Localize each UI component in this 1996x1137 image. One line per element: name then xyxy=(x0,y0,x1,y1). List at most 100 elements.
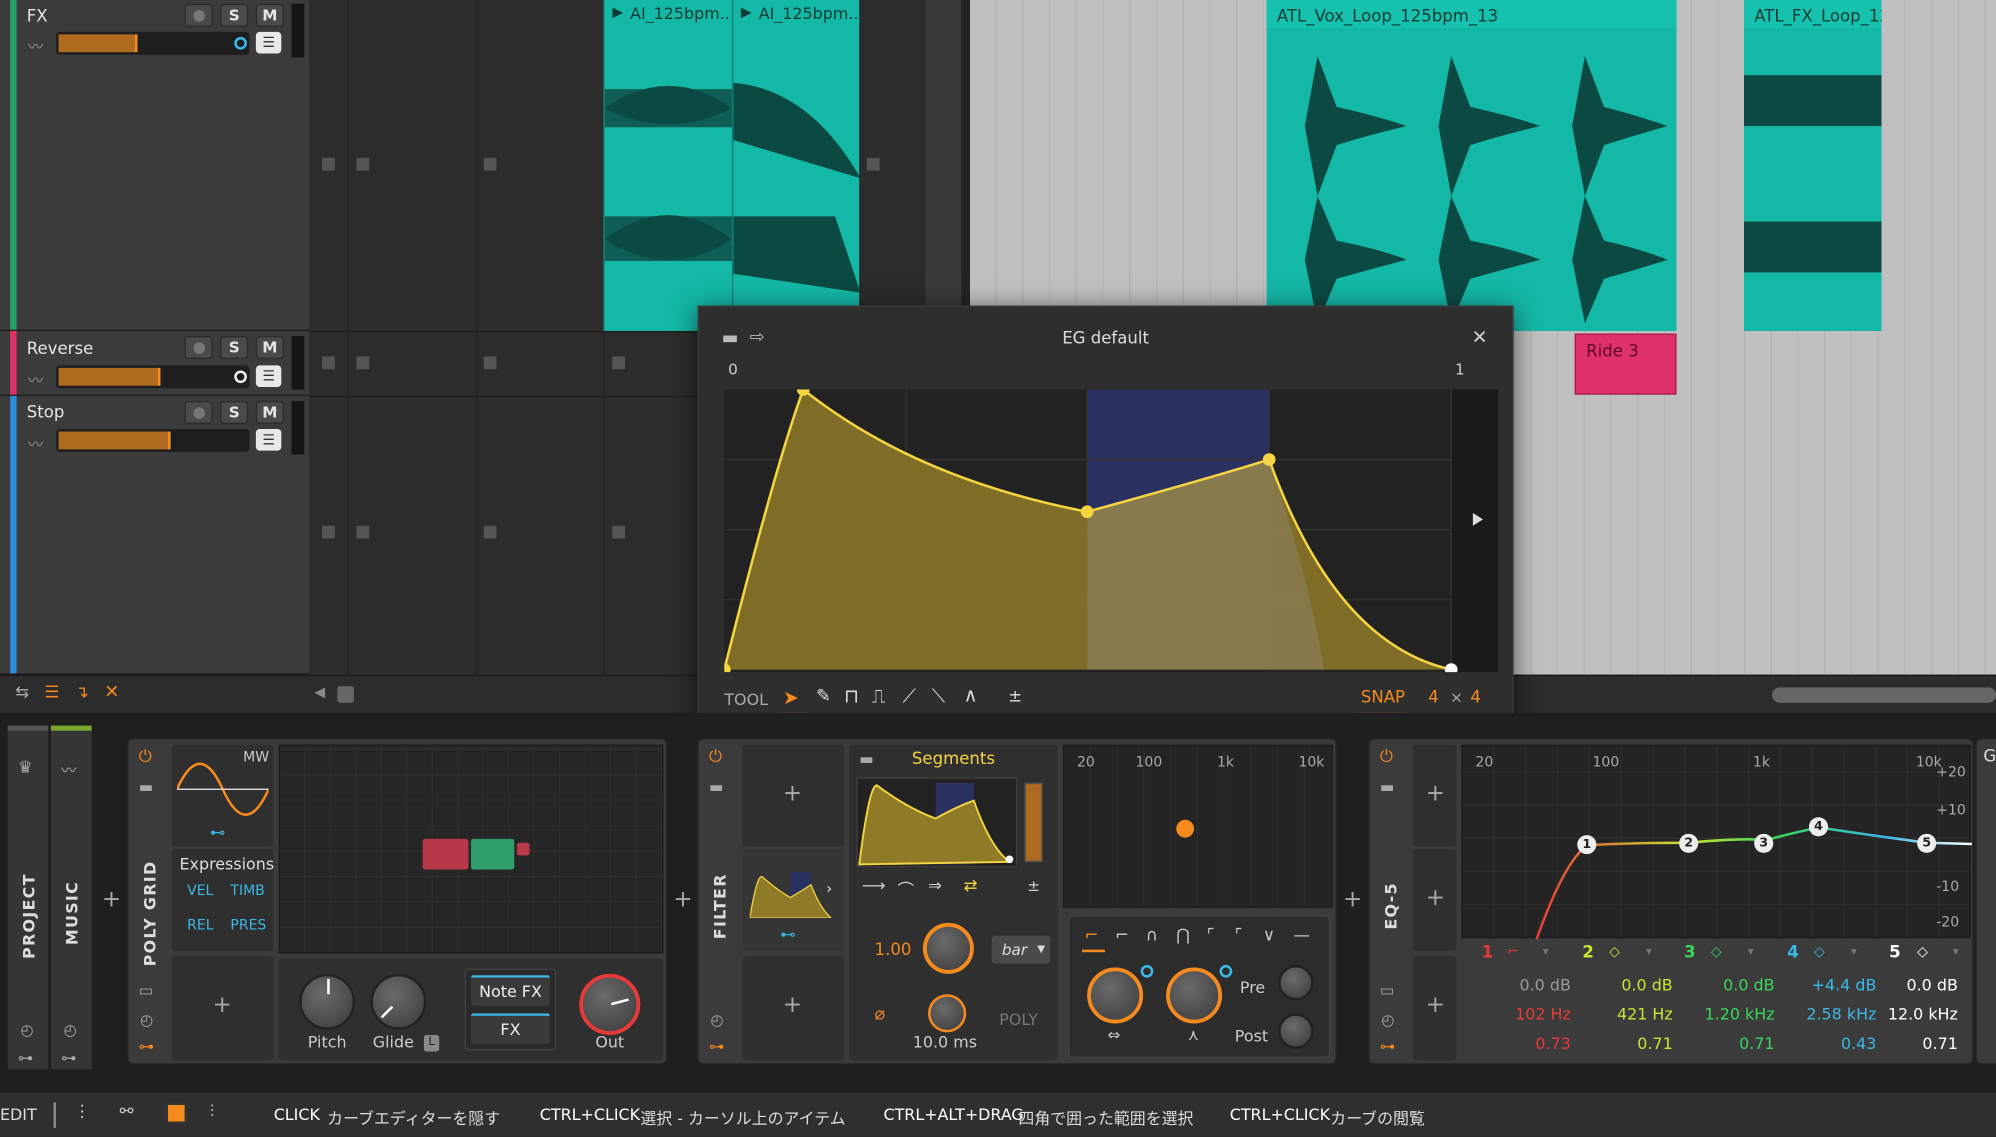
add-device-icon[interactable]: + xyxy=(673,888,692,912)
mute-button[interactable]: M xyxy=(255,3,284,27)
close-icon[interactable]: ✕ xyxy=(1472,326,1488,349)
horizontal-scrollbar[interactable] xyxy=(1772,687,1996,703)
music-sidebar[interactable]: 〰 MUSIC ◴ ⊶ xyxy=(50,725,92,1070)
mute-button[interactable]: M xyxy=(255,336,284,359)
grid-module[interactable] xyxy=(516,842,530,856)
band-4-select[interactable]: 4 xyxy=(1787,943,1799,962)
track-header-stop[interactable]: Stop S M 〰 ☰ xyxy=(0,395,310,675)
folder-icon[interactable]: ▬ xyxy=(709,778,723,796)
rate-knob[interactable] xyxy=(922,922,974,974)
pitch-knob[interactable] xyxy=(299,973,356,1030)
empty-slot[interactable]: + xyxy=(1413,956,1457,1061)
power-icon[interactable]: ⏻ xyxy=(709,747,722,766)
track-menu-icon[interactable]: ☰ xyxy=(255,365,282,387)
bipolar-toggle[interactable]: ± xyxy=(1027,877,1040,895)
volume-fader[interactable] xyxy=(56,31,250,55)
highpass-2-icon[interactable]: ⌜ xyxy=(1235,927,1243,946)
record-arm-button[interactable] xyxy=(184,400,213,424)
track-header-reverse[interactable]: Reverse S M 〰 ☰ xyxy=(0,330,310,396)
chevron-down-icon[interactable]: ▾ xyxy=(1851,946,1857,959)
track-header-fx[interactable]: FX S M 〰 ☰ xyxy=(0,0,310,331)
unit-select[interactable]: bar ▼ xyxy=(991,935,1051,964)
pan-indicator[interactable] xyxy=(234,36,247,50)
stereo-icon[interactable]: ⇔ xyxy=(1108,1026,1121,1044)
clock-icon[interactable]: ◴ xyxy=(710,1011,723,1029)
clock-icon[interactable]: ◴ xyxy=(64,1021,77,1039)
band-5-q[interactable]: 0.71 xyxy=(1861,1034,1957,1053)
poly-toggle[interactable]: POLY xyxy=(999,1009,1038,1028)
bell-icon[interactable]: ◇ xyxy=(1711,943,1722,960)
volume-fader[interactable] xyxy=(56,429,250,452)
next-device-partial[interactable]: G xyxy=(1975,738,1996,1065)
music-label[interactable]: MUSIC xyxy=(62,881,81,945)
grid-canvas[interactable] xyxy=(278,744,664,954)
empty-slot[interactable]: + xyxy=(742,744,844,847)
empty-slot[interactable] xyxy=(356,356,370,370)
record-arm-button[interactable] xyxy=(184,3,213,27)
segments-level[interactable] xyxy=(1024,782,1043,862)
launcher-clip[interactable]: ▶ AI_125bpm... xyxy=(731,0,861,331)
eq-band-handle-1[interactable]: 1 xyxy=(1577,835,1597,855)
flat-icon[interactable]: — xyxy=(1293,927,1310,946)
filter-cutoff-handle[interactable] xyxy=(1176,819,1195,838)
empty-slot[interactable] xyxy=(866,157,880,171)
launcher-clip[interactable]: ▶ AI_125bpm... xyxy=(603,0,732,331)
post-knob[interactable] xyxy=(1278,1013,1314,1049)
clock-icon[interactable]: ◴ xyxy=(20,1021,33,1039)
layout-icon[interactable]: ⋮ xyxy=(74,1102,91,1121)
add-device-icon[interactable]: + xyxy=(1343,888,1362,912)
loop-icon[interactable]: ⇄ xyxy=(964,877,978,896)
ramp-down-icon[interactable]: ⟍ xyxy=(932,685,945,708)
route-icon[interactable]: ⊶ xyxy=(1380,1037,1395,1055)
project-label[interactable]: PROJECT xyxy=(19,873,38,959)
add-device-icon[interactable]: + xyxy=(102,888,121,912)
square-shape-icon[interactable]: ⊓ xyxy=(844,685,859,708)
band-3-select[interactable]: 3 xyxy=(1684,943,1696,962)
arranger-clip[interactable]: ATL_Vox_Loop_125bpm_13 xyxy=(1266,0,1677,331)
arranger-clip[interactable]: Ride 3 xyxy=(1574,333,1677,395)
eq-band-handle-5[interactable]: 5 xyxy=(1917,833,1937,853)
panel-toggle-icon[interactable] xyxy=(165,1102,188,1125)
segments-mini-preview[interactable]: › ⊷ xyxy=(742,849,844,951)
track-name[interactable]: FX xyxy=(27,8,48,27)
phase-icon[interactable]: ⌀ xyxy=(875,1004,886,1024)
empty-slot[interactable] xyxy=(356,157,370,171)
empty-slot[interactable] xyxy=(483,525,497,539)
band-5-gain[interactable]: 0.0 dB xyxy=(1861,975,1957,994)
pointer-tool-icon[interactable]: ➤ xyxy=(783,686,799,709)
clock-icon[interactable]: ◴ xyxy=(1381,1011,1394,1029)
band-1-q[interactable]: 0.73 xyxy=(1474,1034,1570,1053)
glide-knob[interactable] xyxy=(370,973,427,1030)
route-icon[interactable]: ⊶ xyxy=(709,1037,724,1055)
chevron-down-icon[interactable]: ▾ xyxy=(1748,946,1754,959)
eq-band-handle-2[interactable]: 2 xyxy=(1679,833,1699,853)
folder-icon[interactable]: ▬ xyxy=(139,778,153,796)
solo-button[interactable]: S xyxy=(220,3,249,27)
eq5-device[interactable]: ⏻ ▬ EQ-5 ▭ ◴ ⊶ + + + 20 100 1k 10k +20 +… xyxy=(1368,738,1974,1065)
empty-slot[interactable] xyxy=(356,525,370,539)
notch-icon[interactable]: ∨ xyxy=(1263,927,1275,946)
eg-curve-editor-popup[interactable]: ▬ ⇨ EG default ✕ 0 1 TOOL ➤ ✎ ⊓ ⎍ ⟋ ⟍ ∧ … xyxy=(697,305,1514,731)
grid-module[interactable] xyxy=(471,838,515,870)
rate-value[interactable]: 1.00 xyxy=(875,941,912,960)
track-menu-icon[interactable]: ☰ xyxy=(255,31,282,54)
lowpass-2-icon[interactable]: ⌐ xyxy=(1115,927,1129,946)
filter-device[interactable]: ⏻ ▬ FILTER ◴ ⊶ + › ⊷ + ▬ Segments ⟶ ⌒ ⇒ … xyxy=(697,738,1337,1065)
window-icon[interactable]: ▭ xyxy=(1380,981,1394,999)
mixer-icon[interactable]: ⫶ xyxy=(210,1102,214,1121)
time-knob[interactable] xyxy=(928,994,967,1033)
route-icon[interactable]: ⊶ xyxy=(61,1049,76,1067)
band-3-q[interactable]: 0.71 xyxy=(1678,1034,1774,1053)
expr-timb[interactable]: TIMB xyxy=(230,882,264,899)
highpass-icon[interactable]: ⌐ xyxy=(1507,943,1519,960)
pre-knob[interactable] xyxy=(1278,964,1314,1001)
retrigger-icon[interactable]: ⌒ xyxy=(897,877,914,901)
chevron-down-icon[interactable]: ▾ xyxy=(1543,946,1549,959)
band-1-freq[interactable]: 102 Hz xyxy=(1474,1004,1571,1023)
eq-band-handle-4[interactable]: 4 xyxy=(1808,817,1829,837)
band-3-gain[interactable]: 0.0 dB xyxy=(1678,975,1774,994)
eq-graph[interactable]: 20 100 1k 10k +20 +10 -10 -20 1 2 3 4 5 xyxy=(1461,744,1972,940)
scroll-left-icon[interactable]: ◀ xyxy=(314,684,325,701)
modulation-icon[interactable]: ⊷ xyxy=(780,925,795,943)
swap-icon[interactable]: ⇆ xyxy=(15,684,29,703)
